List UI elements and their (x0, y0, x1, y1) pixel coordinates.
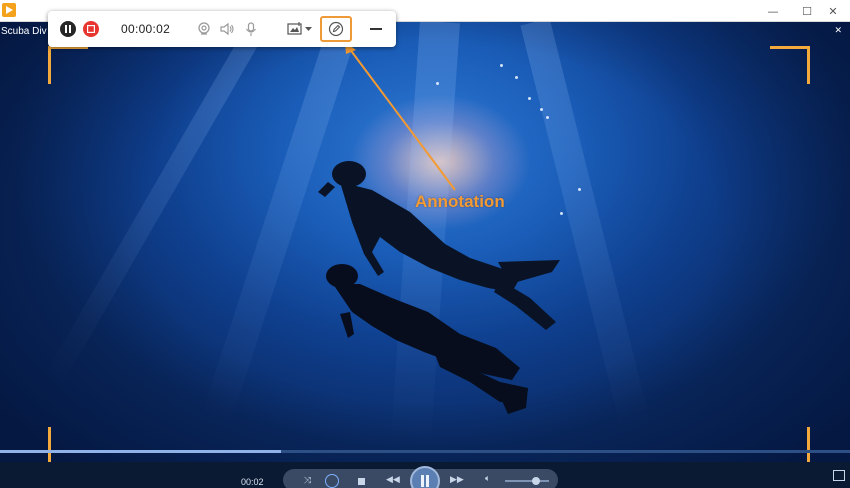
webcam-toggle[interactable] (196, 21, 212, 37)
annotation-callout-label: Annotation (415, 192, 505, 211)
playback-progress-fill (0, 450, 281, 453)
webcam-icon (198, 22, 210, 35)
annotation-callout-arrow (345, 42, 456, 191)
system-audio-toggle[interactable] (219, 21, 235, 37)
fullscreen-icon[interactable] (833, 470, 845, 481)
volume-icon[interactable]: 🔈︎ (485, 474, 490, 484)
stop-playback-icon[interactable] (358, 478, 365, 485)
dropdown-icon (304, 26, 312, 31)
microphone-toggle[interactable] (243, 21, 259, 37)
pause-icon (421, 475, 429, 487)
stop-recording-button[interactable] (83, 21, 99, 37)
elapsed-time: 00:02 (241, 477, 264, 487)
stop-icon (87, 25, 95, 33)
volume-slider[interactable] (505, 477, 549, 485)
annotation-icon (328, 21, 344, 37)
screenshot-icon (286, 22, 302, 35)
fast-forward-icon[interactable]: ▶▶ (450, 475, 464, 485)
recording-timer: 00:00:02 (121, 22, 171, 36)
repeat-icon[interactable] (325, 474, 339, 488)
pause-icon (65, 25, 71, 33)
microphone-icon (246, 21, 256, 36)
minimize-toolbar-button[interactable] (370, 28, 382, 30)
recording-toolbar: 00:00:02 (48, 11, 396, 47)
play-pause-button[interactable] (410, 466, 440, 488)
volume-slider-knob[interactable] (531, 477, 540, 485)
annotation-button[interactable] (320, 16, 352, 42)
speaker-icon (219, 22, 234, 36)
screenshot-menu-button[interactable] (284, 21, 314, 37)
shuffle-icon[interactable]: ⤨ (304, 476, 311, 486)
pause-recording-button[interactable] (60, 21, 76, 37)
rewind-icon[interactable]: ◀◀ (386, 475, 400, 485)
playback-progress-bar[interactable] (0, 450, 850, 453)
